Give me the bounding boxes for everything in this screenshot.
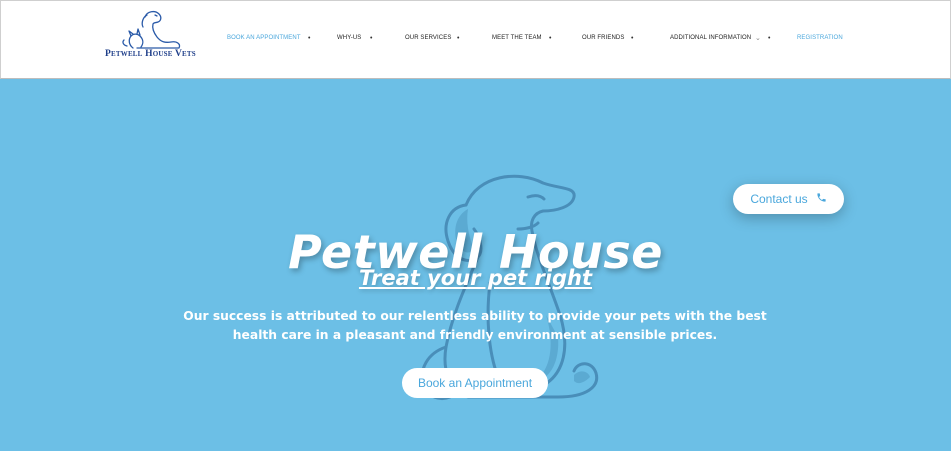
hero-subtitle: Treat your pet right bbox=[358, 266, 593, 290]
chevron-down-icon[interactable]: ⌄ bbox=[755, 34, 761, 42]
hero-section: Contact us Petwell House Treat your pet … bbox=[0, 79, 951, 451]
nav-why-us[interactable]: Why-us bbox=[337, 35, 361, 41]
site-logo[interactable]: Petwell House Vets bbox=[105, 9, 201, 61]
nav-separator-dot: • bbox=[549, 35, 552, 42]
nav-additional-information[interactable]: Additional Information bbox=[670, 35, 751, 41]
dog-and-cat-logo-icon bbox=[122, 10, 181, 49]
nav-our-services[interactable]: Our Services bbox=[405, 35, 451, 41]
site-header: Petwell House Vets Book an Appointment •… bbox=[0, 0, 951, 79]
contact-us-button[interactable]: Contact us bbox=[733, 184, 844, 214]
nav-separator-dot: • bbox=[768, 35, 771, 42]
nav-separator-dot: • bbox=[457, 35, 460, 42]
nav-book-appointment[interactable]: Book an Appointment bbox=[227, 35, 301, 41]
book-appointment-button[interactable]: Book an Appointment bbox=[402, 368, 548, 398]
contact-us-label: Contact us bbox=[750, 192, 808, 206]
nav-meet-the-team[interactable]: Meet the Team bbox=[492, 35, 542, 41]
nav-separator-dot: • bbox=[370, 35, 373, 42]
nav-separator-dot: • bbox=[308, 35, 311, 42]
nav-registration[interactable]: Registration bbox=[797, 35, 843, 41]
phone-icon bbox=[816, 192, 827, 206]
nav-our-friends[interactable]: Our Friends bbox=[582, 35, 624, 41]
hero-description: Our success is attributed to our relentl… bbox=[183, 309, 767, 342]
brand-name: Petwell House Vets bbox=[105, 49, 196, 59]
nav-separator-dot: • bbox=[631, 35, 634, 42]
